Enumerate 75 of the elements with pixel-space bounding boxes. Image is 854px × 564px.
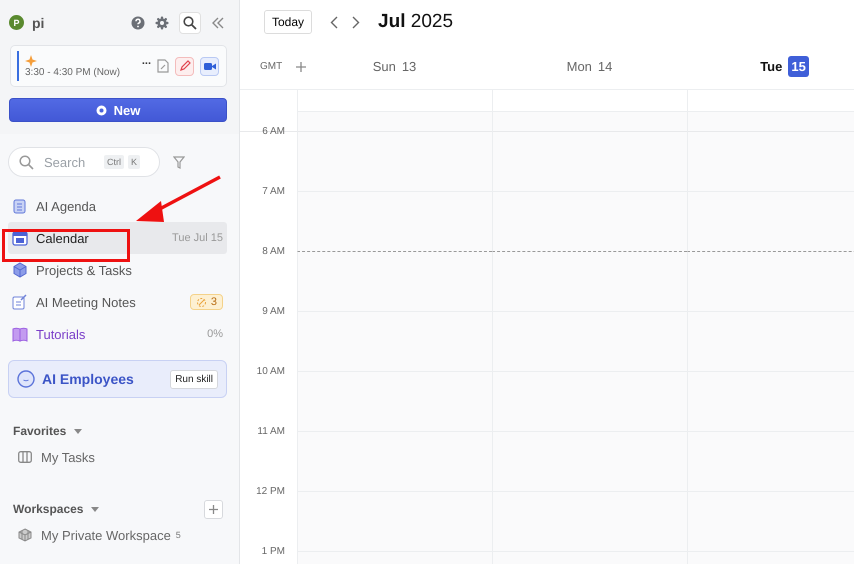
search-icon [19, 154, 34, 170]
time-label: 6 AM [261, 126, 286, 137]
time-slot[interactable] [297, 251, 492, 312]
cube-grid-icon [18, 528, 32, 542]
time-slot[interactable] [492, 251, 687, 312]
ai-employees-label: AI Employees [42, 371, 134, 387]
search-icon [183, 16, 197, 30]
event-time: 3:30 - 4:30 PM (Now) [25, 66, 122, 78]
key-hint: K [128, 155, 140, 169]
settings-icon[interactable] [155, 16, 169, 30]
time-slot[interactable] [687, 251, 854, 312]
run-skill-button[interactable]: Run skill [170, 370, 218, 388]
cube-icon [12, 262, 28, 278]
caret-icon[interactable] [74, 428, 82, 434]
event-title: ... [142, 54, 151, 66]
add-button[interactable] [204, 500, 223, 518]
plus-icon [209, 504, 218, 514]
document-icon[interactable] [157, 59, 169, 73]
filter-icon[interactable] [173, 156, 185, 168]
plus-circle-icon [96, 104, 107, 116]
time-label: 9 AM [261, 306, 286, 317]
plus-icon[interactable] [296, 62, 306, 72]
event-card[interactable]: ... 3:30 - 4:30 PM (Now) [10, 45, 227, 87]
key-hint: Ctrl [104, 155, 124, 169]
search-field[interactable]: Search Ctrl K [8, 147, 160, 177]
badge-count: 3 [210, 296, 217, 308]
face-icon [17, 370, 35, 388]
video-camera-icon [204, 62, 216, 70]
book-icon [12, 326, 28, 342]
calendar-icon [12, 230, 28, 246]
time-label: 1 PM [260, 546, 286, 557]
time-label: 11 AM [256, 426, 286, 437]
video-button[interactable] [200, 56, 219, 76]
avatar[interactable]: P [9, 15, 24, 30]
caret-icon[interactable] [91, 506, 100, 512]
columns-icon [18, 451, 32, 463]
section-title: Favorites [13, 424, 66, 438]
chevron-right-icon[interactable] [352, 16, 360, 28]
nav-item[interactable]: Tutorials 0% [8, 318, 227, 350]
nav-meta: 0% [207, 328, 223, 340]
time-label: 12 PM [255, 486, 286, 497]
favorite-item[interactable]: My Tasks [8, 442, 227, 472]
nav-meta: Tue Jul 15 [172, 232, 223, 244]
date-badge: 15 [788, 56, 809, 77]
search-input[interactable]: Search [44, 154, 100, 170]
date-label: 14 [598, 59, 612, 74]
section-title: Workspaces [13, 502, 84, 516]
today-button[interactable]: Today [264, 10, 312, 34]
item-count: 5 [176, 530, 181, 540]
nav-item[interactable]: AI Meeting Notes 3 [8, 286, 227, 318]
weekday-label: Tue [760, 59, 782, 74]
user-name: pi [32, 14, 44, 30]
weekday-label: Mon [566, 59, 592, 74]
sparkle-icon [25, 54, 37, 66]
nav-item[interactable]: AI Agenda [8, 190, 227, 222]
collapse-icon[interactable] [211, 16, 225, 28]
workspace-item[interactable]: My Private Workspace 5 [8, 520, 227, 550]
ai-employees-card[interactable]: AI Employees Run skill [8, 360, 227, 398]
pen-button[interactable] [175, 56, 194, 76]
help-icon[interactable] [131, 16, 145, 30]
note-pen-icon [12, 294, 28, 310]
new-button[interactable]: New [9, 98, 227, 122]
month-title: Jul 2025 [378, 11, 454, 33]
date-label: 13 [402, 59, 416, 74]
pen-icon [178, 60, 190, 72]
weekday-label: Sun [372, 59, 396, 74]
time-label: 10 AM [256, 366, 286, 377]
time-label: 7 AM [261, 186, 286, 197]
nav-item[interactable]: Calendar Tue Jul 15 [8, 222, 227, 254]
timezone-label: GMT [260, 61, 282, 72]
search-button[interactable] [179, 12, 201, 34]
nav-item[interactable]: Projects & Tasks [8, 254, 227, 286]
time-label: 8 AM [261, 246, 286, 257]
chevron-left-icon[interactable] [330, 16, 338, 28]
clipboard-icon [12, 198, 28, 214]
